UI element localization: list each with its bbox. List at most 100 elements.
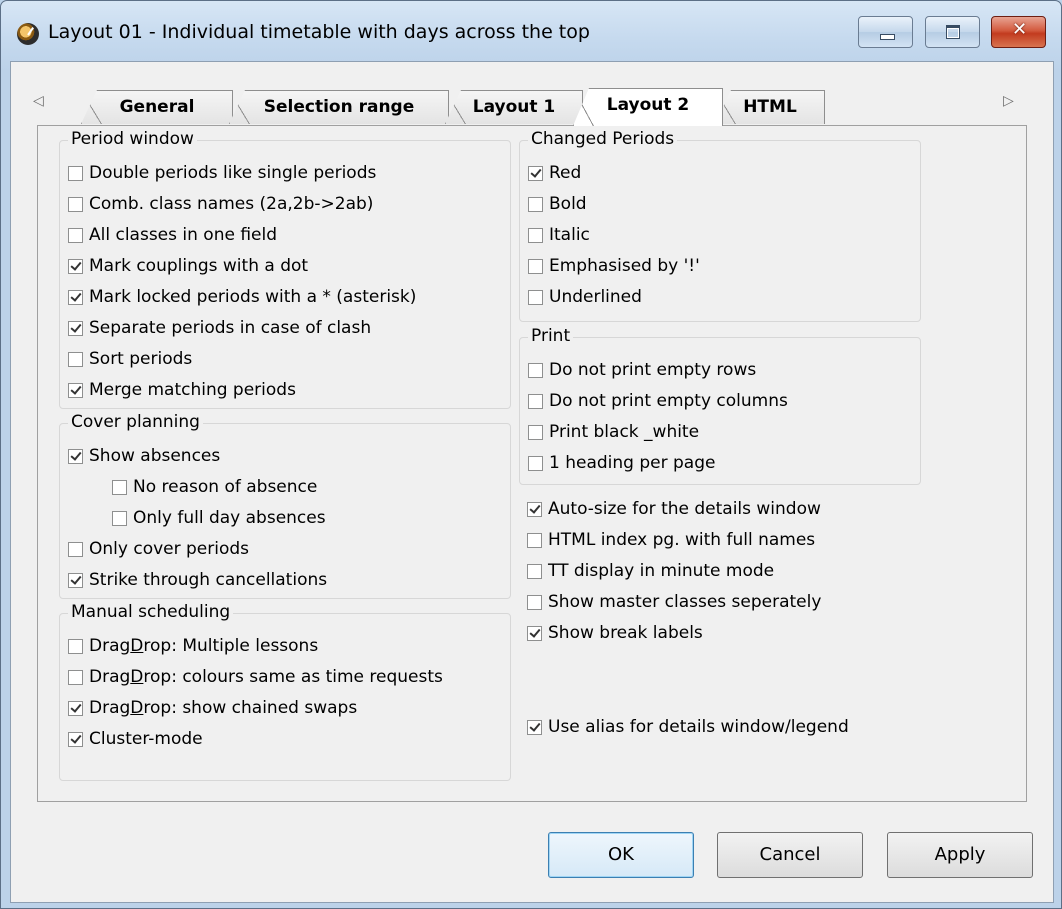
checkbox-checked[interactable] (68, 383, 83, 398)
checkbox[interactable] (68, 639, 83, 654)
option-tt-minute-mode[interactable]: TT display in minute mode (527, 560, 774, 582)
checkbox[interactable] (528, 425, 543, 440)
option-bold[interactable]: Bold (528, 193, 587, 215)
tab-label: Layout 1 (472, 97, 556, 117)
checkbox[interactable] (528, 228, 543, 243)
option-italic[interactable]: Italic (528, 224, 590, 246)
checkbox-checked[interactable] (68, 290, 83, 305)
option-heading-per-page[interactable]: 1 heading per page (528, 452, 715, 474)
minimize-button[interactable] (858, 16, 913, 48)
checkbox[interactable] (112, 511, 127, 526)
option-only-full-day[interactable]: Only full day absences (112, 507, 326, 529)
maximize-icon (946, 25, 960, 39)
checkbox[interactable] (528, 259, 543, 274)
dialog-window: Layout 01 - Individual timetable with da… (0, 0, 1062, 909)
minimize-icon (880, 34, 895, 40)
checkbox[interactable] (68, 166, 83, 181)
close-button[interactable]: ✕ (991, 16, 1046, 48)
option-underlined[interactable]: Underlined (528, 286, 642, 308)
option-only-cover-periods[interactable]: Only cover periods (68, 538, 249, 560)
tab-scroll-left-icon[interactable]: ◁ (33, 93, 44, 109)
option-dragdrop-chained-swaps[interactable]: DragDrop: show chained swaps (68, 697, 357, 719)
checkbox-checked[interactable] (68, 701, 83, 716)
option-merge-matching[interactable]: Merge matching periods (68, 379, 296, 401)
option-sort-periods[interactable]: Sort periods (68, 348, 192, 370)
option-show-absences[interactable]: Show absences (68, 445, 220, 467)
checkbox-checked[interactable] (527, 502, 542, 517)
group-title: Changed Periods (528, 129, 678, 149)
close-icon: ✕ (1011, 19, 1028, 40)
option-auto-size-details[interactable]: Auto-size for the details window (527, 498, 821, 520)
checkbox-checked[interactable] (528, 166, 543, 181)
ok-button[interactable]: OK (548, 832, 694, 878)
option-cluster-mode[interactable]: Cluster-mode (68, 728, 203, 750)
checkbox[interactable] (528, 394, 543, 409)
option-print-black-white[interactable]: Print black _white (528, 421, 699, 443)
maximize-button[interactable] (925, 16, 980, 48)
tab-strip: ◁ General Selection range Layout 1 Layou… (11, 62, 1053, 126)
option-no-reason-absence[interactable]: No reason of absence (112, 476, 317, 498)
tab-html[interactable]: HTML (715, 90, 825, 124)
option-dragdrop-multiple[interactable]: DragDrop: Multiple lessons (68, 635, 318, 657)
checkbox[interactable] (528, 197, 543, 212)
option-mark-locked-periods[interactable]: Mark locked periods with a * (asterisk) (68, 286, 416, 308)
group-title: Cover planning (68, 412, 203, 432)
checkbox-checked[interactable] (527, 626, 542, 641)
checkbox[interactable] (112, 480, 127, 495)
tab-layout-1[interactable]: Layout 1 (445, 90, 583, 124)
checkbox-checked[interactable] (68, 259, 83, 274)
clock-icon (17, 23, 39, 45)
checkbox[interactable] (528, 363, 543, 378)
tab-layout-2[interactable]: Layout 2 (573, 88, 723, 126)
option-no-empty-columns[interactable]: Do not print empty columns (528, 390, 788, 412)
checkbox-checked[interactable] (68, 321, 83, 336)
checkbox[interactable] (68, 542, 83, 557)
option-master-classes-separately[interactable]: Show master classes seperately (527, 591, 821, 613)
option-html-index-full-names[interactable]: HTML index pg. with full names (527, 529, 815, 551)
group-changed-periods: Changed Periods Red Bold Italic Emphasis… (519, 129, 921, 322)
cancel-button[interactable]: Cancel (717, 832, 863, 878)
checkbox[interactable] (68, 352, 83, 367)
dialog-client-area: ◁ General Selection range Layout 1 Layou… (10, 61, 1054, 903)
tab-selection-range[interactable]: Selection range (229, 90, 449, 124)
tab-label: Selection range (263, 97, 415, 117)
checkbox-checked[interactable] (527, 720, 542, 735)
option-double-periods[interactable]: Double periods like single periods (68, 162, 376, 184)
checkbox-checked[interactable] (68, 449, 83, 464)
checkbox[interactable] (528, 456, 543, 471)
checkbox[interactable] (68, 197, 83, 212)
group-period-window: Period window Double periods like single… (59, 129, 511, 409)
checkbox-checked[interactable] (68, 573, 83, 588)
tab-general[interactable]: General (81, 90, 233, 124)
checkbox[interactable] (528, 290, 543, 305)
option-all-classes-one-field[interactable]: All classes in one field (68, 224, 277, 246)
group-cover-planning: Cover planning Show absences No reason o… (59, 412, 511, 599)
tab-label: General (119, 97, 195, 117)
option-separate-periods[interactable]: Separate periods in case of clash (68, 317, 371, 339)
option-dragdrop-colours[interactable]: DragDrop: colours same as time requests (68, 666, 443, 688)
checkbox[interactable] (68, 228, 83, 243)
window-title: Layout 01 - Individual timetable with da… (48, 21, 590, 43)
tab-page-layout-2: Period window Double periods like single… (37, 125, 1027, 802)
checkbox[interactable] (527, 533, 542, 548)
group-print: Print Do not print empty rows Do not pri… (519, 326, 921, 485)
title-bar[interactable]: Layout 01 - Individual timetable with da… (1, 1, 1061, 61)
group-manual-scheduling: Manual scheduling DragDrop: Multiple les… (59, 602, 511, 781)
checkbox[interactable] (68, 670, 83, 685)
checkbox[interactable] (527, 595, 542, 610)
option-strike-through[interactable]: Strike through cancellations (68, 569, 327, 591)
option-mark-couplings[interactable]: Mark couplings with a dot (68, 255, 308, 277)
option-no-empty-rows[interactable]: Do not print empty rows (528, 359, 756, 381)
option-emphasised[interactable]: Emphasised by '!' (528, 255, 700, 277)
tab-scroll-right-icon[interactable]: ▷ (1003, 93, 1014, 109)
tab-label: Layout 2 (606, 95, 690, 115)
apply-button[interactable]: Apply (887, 832, 1033, 878)
option-use-alias[interactable]: Use alias for details window/legend (527, 716, 849, 738)
group-title: Manual scheduling (68, 602, 234, 622)
checkbox[interactable] (527, 564, 542, 579)
group-title: Print (528, 326, 574, 346)
option-red[interactable]: Red (528, 162, 581, 184)
option-comb-class-names[interactable]: Comb. class names (2a,2b->2ab) (68, 193, 373, 215)
checkbox-checked[interactable] (68, 732, 83, 747)
option-show-break-labels[interactable]: Show break labels (527, 622, 703, 644)
